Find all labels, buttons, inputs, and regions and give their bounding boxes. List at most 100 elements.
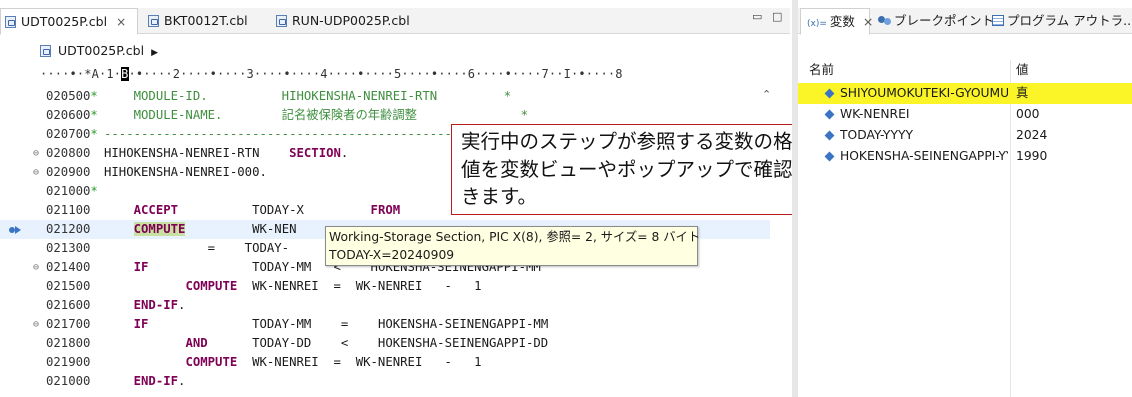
- cobol-keyword: IF: [133, 260, 149, 274]
- line-sequence-number: 021300: [46, 239, 98, 258]
- indicator-area: *: [90, 127, 98, 141]
- column-header-value[interactable]: 値: [1016, 60, 1029, 80]
- sequence-digits: 021000: [46, 374, 91, 388]
- code-line[interactable]: ⊖ 021700 IF TODAY-MM = HOKENSHA-SEINENGAP…: [0, 315, 770, 334]
- sequence-digits: 021700: [46, 317, 91, 331]
- variable-icon: [824, 109, 835, 120]
- tab-label: ブレークポイント: [894, 13, 995, 28]
- line-sequence-number: 021400: [46, 258, 98, 277]
- fold-toggle-icon[interactable]: ⊖: [33, 258, 43, 277]
- variable-row[interactable]: SHIYOUMOKUTEKI-GYOUMU 真: [798, 83, 1132, 104]
- indicator-area: [90, 298, 97, 312]
- variable-row[interactable]: HOKENSHA-SEINENGAPPI-YYYY 1990: [798, 146, 1132, 167]
- close-tab-icon[interactable]: ×: [116, 9, 126, 35]
- cobol-file-icon: [148, 15, 159, 27]
- code-editor[interactable]: UDT0025P.cbl × BKT0012T.cbl RUN-UDP0025P…: [0, 0, 832, 397]
- code-line[interactable]: 020600* MODULE-NAME. 記名被保険者の年齢調整 *: [0, 106, 770, 125]
- indicator-area: [90, 203, 97, 217]
- comment-text: MODULE-ID. HIHOKENSHA-NENREI-RTN *: [104, 89, 512, 103]
- code-fragment: [104, 374, 134, 388]
- variable-name: SHIYOUMOKUTEKI-GYOUMU: [840, 86, 1008, 100]
- tab-label: UDT0025P.cbl: [21, 14, 108, 29]
- cobol-keyword: END-IF: [133, 298, 179, 312]
- ruler-caret: B: [121, 67, 129, 81]
- tab-breakpoints[interactable]: ブレークポイント: [878, 8, 994, 34]
- code-fragment: .: [178, 298, 186, 312]
- cobol-keyword: COMPUTE: [133, 222, 186, 236]
- fold-toggle-icon[interactable]: ⊖: [33, 163, 43, 182]
- code-line[interactable]: 021900 COMPUTE WK-NENREI = WK-NENREI - 1: [0, 353, 770, 372]
- breakpoints-icon: [878, 15, 891, 25]
- code-fragment: [104, 317, 134, 331]
- code-text: IF TODAY-MM = HOKENSHA-SEINENGAPPI-MM: [104, 315, 549, 334]
- code-text: ACCEPT TODAY-X FROM: [104, 201, 401, 220]
- cobol-keyword: END-IF: [133, 374, 179, 388]
- variable-value[interactable]: 真: [1016, 83, 1028, 104]
- variable-name: HOKENSHA-SEINENGAPPI-YYYY: [840, 149, 1008, 163]
- comment-text: ----------------------------------------…: [104, 127, 467, 141]
- variable-row[interactable]: TODAY-YYYY 2024: [798, 125, 1132, 146]
- breadcrumb-file[interactable]: UDT0025P.cbl: [58, 43, 144, 58]
- sequence-digits: 020600: [46, 108, 91, 122]
- cobol-keyword: SECTION: [289, 146, 341, 160]
- tab-run-udp0025p[interactable]: RUN-UDP0025P.cbl: [272, 8, 422, 34]
- code-line[interactable]: 021600 END-IF.: [0, 296, 770, 315]
- line-sequence-number: 021700: [46, 315, 98, 334]
- current-step-icon: [8, 223, 22, 235]
- variable-icon: [824, 130, 835, 141]
- code-line[interactable]: 021000 END-IF.: [0, 372, 770, 391]
- code-fragment: TODAY-X: [178, 203, 371, 217]
- code-text: COMPUTE WK-NENREI = WK-NENREI - 1: [104, 353, 482, 372]
- code-fragment: [104, 203, 134, 217]
- variable-name: WK-NENREI: [840, 107, 910, 121]
- code-fragment: WK-NENREI = WK-NENREI - 1: [237, 355, 482, 369]
- line-sequence-number: 021000*: [46, 182, 98, 201]
- breadcrumb[interactable]: UDT0025P.cbl ▶: [40, 42, 158, 60]
- close-tab-icon[interactable]: ×: [863, 14, 873, 29]
- outline-icon: [992, 15, 1004, 26]
- indicator-area: [90, 165, 97, 179]
- sequence-digits: 020900: [46, 165, 91, 179]
- line-sequence-number: 021900: [46, 353, 98, 372]
- variable-value[interactable]: 000: [1016, 104, 1039, 125]
- line-sequence-number: 020500*: [46, 87, 98, 106]
- code-text: MODULE-NAME. 記名被保険者の年齢調整 *: [104, 106, 528, 125]
- line-sequence-number: 021000: [46, 372, 98, 391]
- tab-variables[interactable]: (x)= 変数 ×: [800, 8, 873, 35]
- fold-toggle-icon[interactable]: ⊖: [33, 315, 43, 334]
- code-fragment: [104, 298, 134, 312]
- variable-value[interactable]: 2024: [1016, 125, 1047, 146]
- minimize-icon[interactable]: ▭: [752, 10, 762, 23]
- fold-toggle-icon[interactable]: ⊖: [33, 144, 43, 163]
- variables-icon: (x)=: [807, 19, 827, 29]
- scroll-up-icon[interactable]: ⌃: [762, 88, 771, 101]
- code-fragment: = TODAY-: [104, 241, 290, 255]
- code-text: MODULE-ID. HIHOKENSHA-NENREI-RTN *: [104, 87, 512, 106]
- code-fragment: WK-NENREI = WK-NENREI - 1: [237, 279, 482, 293]
- editor-tab-bar: UDT0025P.cbl × BKT0012T.cbl RUN-UDP0025P…: [0, 8, 790, 35]
- sequence-digits: 021100: [46, 203, 91, 217]
- code-fragment: [104, 336, 185, 350]
- indicator-area: [90, 260, 97, 274]
- tab-program-outline[interactable]: プログラム アウトラ...: [992, 8, 1132, 34]
- tab-label: 変数: [829, 14, 855, 29]
- code-line[interactable]: 021800 AND TODAY-DD < HOKENSHA-SEINENGAP…: [0, 334, 770, 353]
- tab-udt0025p[interactable]: UDT0025P.cbl ×: [0, 8, 138, 35]
- chevron-right-icon[interactable]: ▶: [151, 48, 158, 58]
- code-line[interactable]: 020500* MODULE-ID. HIHOKENSHA-NENREI-RTN…: [0, 87, 770, 106]
- variable-value[interactable]: 1990: [1016, 146, 1047, 167]
- tab-label: プログラム アウトラ...: [1007, 13, 1132, 28]
- code-text: COMPUTE WK-NENREI = WK-NENREI - 1: [104, 277, 482, 296]
- code-text: = TODAY-: [104, 239, 289, 258]
- sequence-digits: 021900: [46, 355, 91, 369]
- column-header-name[interactable]: 名前: [809, 60, 834, 80]
- tab-bkt0012t[interactable]: BKT0012T.cbl: [144, 8, 264, 34]
- code-text: COMPUTE WK-NEN: [104, 220, 297, 239]
- hover-info: Working-Storage Section, PIC X(8), 参照= 2…: [329, 230, 701, 244]
- indicator-area: [90, 374, 97, 388]
- variable-row[interactable]: WK-NENREI 000: [798, 104, 1132, 125]
- line-sequence-number: 021100: [46, 201, 98, 220]
- code-line[interactable]: 021500 COMPUTE WK-NENREI = WK-NENREI - 1: [0, 277, 770, 296]
- indicator-area: *: [90, 108, 98, 122]
- maximize-icon[interactable]: □: [772, 10, 782, 23]
